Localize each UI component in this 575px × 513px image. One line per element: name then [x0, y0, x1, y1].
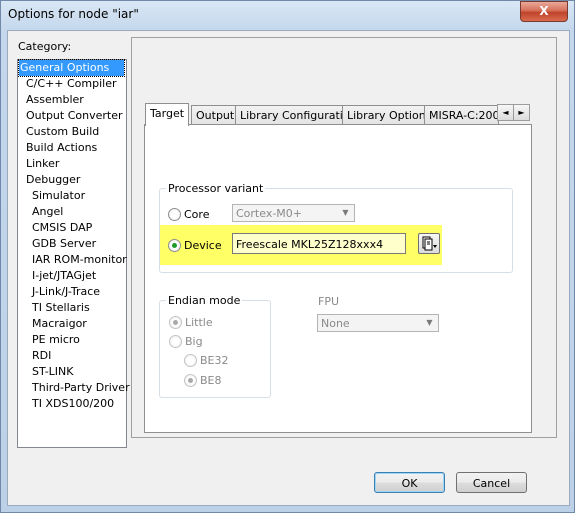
category-item-cmsis-dap[interactable]: CMSIS DAP: [32, 220, 92, 236]
fpu-label: FPU: [318, 295, 340, 308]
be8-radio[interactable]: [184, 374, 197, 387]
category-item-simulator[interactable]: Simulator: [32, 188, 85, 204]
core-select-value: Cortex-M0+: [236, 207, 303, 220]
category-item-macraigor[interactable]: Macraigor: [32, 316, 87, 332]
core-radio[interactable]: [168, 208, 181, 221]
tab-scroll-left-icon[interactable]: ◄: [497, 104, 514, 121]
chevron-down-icon: ▼: [342, 208, 349, 217]
category-item-iar-rom-monitor[interactable]: IAR ROM-monitor: [32, 252, 127, 268]
category-item-i-jet[interactable]: I-jet/JTAGjet: [32, 268, 96, 284]
be32-label: BE32: [200, 354, 229, 367]
device-field[interactable]: Freescale MKL25Z128xxx4: [232, 233, 406, 254]
category-item-output-converter[interactable]: Output Converter: [26, 108, 123, 124]
fpu-select-value: None: [321, 317, 350, 330]
category-item-debugger[interactable]: Debugger: [26, 172, 80, 188]
close-button[interactable]: X: [520, 1, 568, 22]
category-item-gdb-server[interactable]: GDB Server: [32, 236, 96, 252]
category-label: Category:: [18, 40, 72, 53]
endian-mode-legend: Endian mode: [166, 294, 243, 307]
device-radio[interactable]: [168, 239, 181, 252]
category-item-third-party-driver[interactable]: Third-Party Driver: [32, 380, 130, 396]
fpu-select[interactable]: None ▼: [317, 314, 439, 332]
tab-target[interactable]: Target: [145, 103, 190, 126]
category-item-st-link[interactable]: ST-LINK: [32, 364, 73, 380]
tab-scroll-buttons: ◄ ►: [497, 104, 530, 121]
category-item-rdi[interactable]: RDI: [32, 348, 51, 364]
tab-scroll-right-icon[interactable]: ►: [513, 104, 530, 121]
device-browse-button[interactable]: [418, 233, 440, 254]
category-item-ti-stellaris[interactable]: TI Stellaris: [32, 300, 90, 316]
category-item-general-options[interactable]: General Options: [18, 59, 125, 77]
core-select[interactable]: Cortex-M0+ ▼: [232, 204, 355, 222]
category-item-cpp-compiler[interactable]: C/C++ Compiler: [26, 76, 117, 92]
category-item-angel[interactable]: Angel: [32, 204, 63, 220]
category-item-custom-build[interactable]: Custom Build: [26, 124, 99, 140]
be8-label: BE8: [200, 374, 222, 387]
tab-output[interactable]: Output: [191, 105, 240, 125]
processor-variant-legend: Processor variant: [166, 182, 266, 195]
big-label: Big: [185, 335, 203, 348]
window-title: Options for node "iar": [8, 7, 139, 21]
chevron-down-icon: ▼: [426, 318, 433, 327]
device-browse-icon: [422, 236, 437, 251]
tab-library-options[interactable]: Library Options: [342, 105, 437, 125]
category-item-linker[interactable]: Linker: [26, 156, 59, 172]
device-label: Device: [184, 239, 222, 252]
category-list[interactable]: General Options C/C++ Compiler Assembler…: [17, 59, 130, 448]
category-item-assembler[interactable]: Assembler: [26, 92, 84, 108]
be32-radio[interactable]: [184, 354, 197, 367]
cancel-button[interactable]: Cancel: [456, 472, 527, 493]
category-item-j-link[interactable]: J-Link/J-Trace: [32, 284, 100, 300]
little-label: Little: [185, 316, 213, 329]
little-radio[interactable]: [169, 316, 182, 329]
category-item-ti-xds100[interactable]: TI XDS100/200: [32, 396, 114, 412]
category-item-pe-micro[interactable]: PE micro: [32, 332, 80, 348]
ok-button[interactable]: OK: [374, 472, 445, 493]
core-label: Core: [184, 208, 210, 221]
big-radio[interactable]: [169, 335, 182, 348]
category-item-build-actions[interactable]: Build Actions: [26, 140, 97, 156]
tab-misra-c[interactable]: MISRA-C:200: [424, 105, 499, 125]
